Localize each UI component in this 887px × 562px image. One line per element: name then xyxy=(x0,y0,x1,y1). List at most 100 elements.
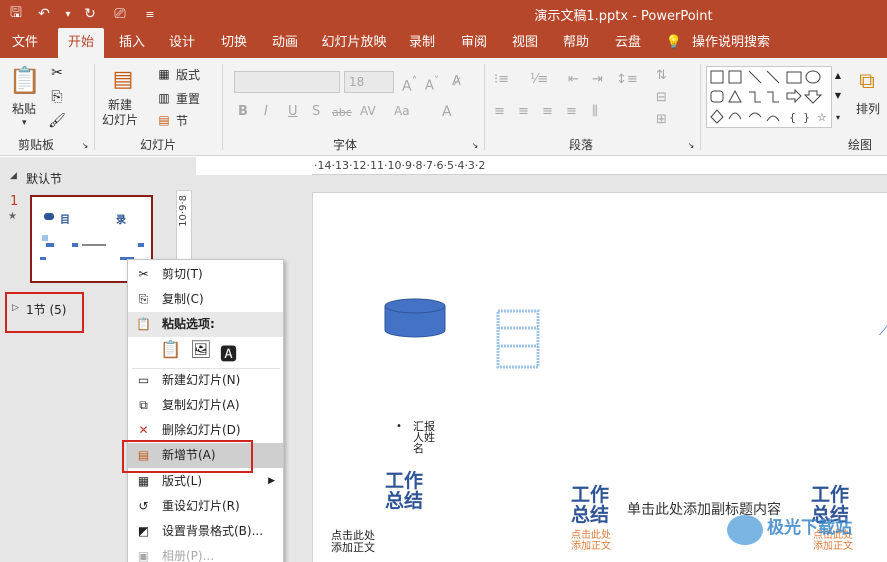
section-button[interactable]: 节 xyxy=(176,112,188,129)
columns-icon[interactable]: ⫼ xyxy=(592,104,598,119)
numbering-icon[interactable]: ⅟≡ xyxy=(530,72,548,87)
line-spacing-icon[interactable]: ↕≡ xyxy=(616,72,638,87)
layout-icon: ▦ xyxy=(137,474,150,488)
tab-cloud[interactable]: 云盘 xyxy=(606,28,650,58)
title-art-left[interactable]: 工作 总结 xyxy=(385,471,423,511)
paste-picture-icon[interactable]: 🖼 xyxy=(190,340,212,364)
increase-indent-icon[interactable]: ⇥ xyxy=(592,72,603,87)
align-text-icon[interactable]: ⊟ xyxy=(656,90,667,105)
menu-cut[interactable]: ✂ 剪切(T) xyxy=(128,262,283,287)
font-size-box[interactable]: 18 xyxy=(344,71,394,93)
collapse-section-icon[interactable]: ◢ xyxy=(10,171,17,181)
menu-copy[interactable]: ⎘ 复制(C) xyxy=(128,287,283,312)
divider xyxy=(484,64,485,150)
gallery-up-icon[interactable]: ▲ xyxy=(833,68,843,82)
paste-use-theme-icon[interactable]: 📋 xyxy=(160,340,182,364)
ribbon: 📋 粘贴 ▾ ✂ ⎘ 🖌 剪贴板 ↘ ▤ 新建 幻灯片 ▦ 版式 ▥ 重置 ▤ … xyxy=(0,58,887,156)
cylinder-shape[interactable] xyxy=(383,298,447,338)
subtitle-placeholder[interactable]: 单击此处添加副标题内容 xyxy=(627,499,781,519)
thumb-mark xyxy=(82,244,106,246)
align-center-icon[interactable]: ≡ xyxy=(518,104,529,119)
change-case-icon[interactable]: Aa xyxy=(394,104,410,118)
new-slide-icon: ▭ xyxy=(137,373,150,387)
tab-help[interactable]: 帮助 xyxy=(554,28,598,58)
duplicate-slide-icon: ⧉ xyxy=(139,398,148,412)
cut-icon[interactable]: ✂ xyxy=(48,64,66,82)
smartart-icon[interactable]: ⊞ xyxy=(656,112,667,127)
new-slide-icon[interactable]: ▤ xyxy=(108,64,138,94)
tab-transitions[interactable]: 切换 xyxy=(212,28,256,58)
paste-icon[interactable]: 📋 xyxy=(9,64,41,98)
lightbulb-icon: 💡 xyxy=(665,35,683,50)
menu-duplicate-slide[interactable]: ⧉ 复制幻灯片(A) xyxy=(128,393,283,418)
window-title: 演示文稿1.pptx - PowerPoint xyxy=(534,9,713,24)
tab-insert[interactable]: 插入 xyxy=(110,28,154,58)
paragraph-launcher-icon[interactable]: ↘ xyxy=(686,140,696,150)
tab-file[interactable]: 文件 xyxy=(2,28,48,58)
reset-button[interactable]: 重置 xyxy=(176,90,200,107)
watermark-text: 极光下载站 xyxy=(767,518,852,538)
default-section-label[interactable]: 默认节 xyxy=(26,170,62,187)
menu-reset-slide[interactable]: ↺ 重设幻灯片(R) xyxy=(128,494,283,519)
arrange-icon[interactable]: ⧉ xyxy=(852,66,882,96)
decrease-indent-icon[interactable]: ⇤ xyxy=(568,72,579,87)
paste-dropdown-icon[interactable]: ▾ xyxy=(22,118,27,128)
tab-animations[interactable]: 动画 xyxy=(263,28,307,58)
tab-slideshow[interactable]: 幻灯片放映 xyxy=(316,28,392,58)
new-slide-button[interactable]: 新建 幻灯片 xyxy=(102,98,138,128)
bullet-dot: • xyxy=(396,421,402,432)
thumb-mark xyxy=(42,235,48,241)
underline-icon[interactable]: U xyxy=(288,104,298,119)
tell-me-search[interactable]: 操作说明搜索 xyxy=(690,28,772,58)
paste-text-only-icon[interactable]: 🅰 xyxy=(220,340,242,365)
tab-design[interactable]: 设计 xyxy=(160,28,204,58)
slide-canvas[interactable]: • 汇报 人姓 名 工作 总结 工作 总结 工作 总结 单击此处添加副标题内容 … xyxy=(312,192,887,562)
text-direction-icon[interactable]: ⇅ xyxy=(656,68,667,83)
shrink-font-icon[interactable]: A˅ xyxy=(425,74,439,93)
copy-icon[interactable]: ⎘ xyxy=(48,88,66,106)
align-left-icon[interactable]: ≡ xyxy=(494,104,505,119)
copy-icon: ⎘ xyxy=(138,292,149,306)
clear-format-icon[interactable]: A̷ xyxy=(452,74,461,89)
tab-review[interactable]: 审阅 xyxy=(452,28,496,58)
svg-text:{: { xyxy=(789,111,796,124)
clipboard-launcher-icon[interactable]: ↘ xyxy=(80,140,90,150)
bullets-icon[interactable]: ⁝≡ xyxy=(494,72,509,87)
gallery-more-icon[interactable]: ▾ xyxy=(833,110,843,124)
menu-photo-album[interactable]: ▣ 相册(P)... xyxy=(128,544,283,562)
title-art-mid[interactable]: 工作 总结 xyxy=(571,485,609,525)
bold-icon[interactable]: B xyxy=(238,104,248,119)
align-right-icon[interactable]: ≡ xyxy=(542,104,553,119)
tab-home[interactable]: 开始 xyxy=(58,28,104,58)
menu-new-slide[interactable]: ▭ 新建幻灯片(N) xyxy=(128,368,283,393)
font-launcher-icon[interactable]: ↘ xyxy=(470,140,480,150)
arrange-button[interactable]: 排列 xyxy=(856,100,880,117)
font-name-box[interactable] xyxy=(234,71,340,93)
shapes-gallery[interactable]: { } ☆ xyxy=(706,66,832,128)
menu-format-background[interactable]: ◩ 设置背景格式(B)... xyxy=(128,519,283,544)
watermark-logo-icon xyxy=(727,515,763,545)
font-color-icon[interactable]: A xyxy=(442,104,452,120)
justify-icon[interactable]: ≡ xyxy=(566,104,577,119)
paste-button[interactable]: 粘贴 xyxy=(12,100,36,117)
char-spacing-icon[interactable]: AV xyxy=(360,104,376,118)
divider xyxy=(94,64,95,150)
gallery-down-icon[interactable]: ▼ xyxy=(833,88,843,102)
format-painter-icon[interactable]: 🖌 xyxy=(48,112,66,130)
shelf-shape[interactable] xyxy=(495,308,541,370)
paste-options-icon: 📋 xyxy=(136,317,151,331)
context-menu: ✂ 剪切(T) ⎘ 复制(C) 📋 粘贴选项: 📋 🖼 🅰 ▭ 新建幻灯片(N) ⧉ 复制… xyxy=(127,259,284,562)
section-icon: ▤ xyxy=(158,113,170,127)
shadow-icon[interactable]: S xyxy=(312,104,320,119)
reporter-name-text[interactable]: 汇报 人姓 名 xyxy=(413,421,435,454)
body-placeholder-left[interactable]: 点击此处 添加正文 xyxy=(331,530,375,554)
tab-record[interactable]: 录制 xyxy=(400,28,444,58)
tab-view[interactable]: 视图 xyxy=(503,28,547,58)
body-placeholder-mid[interactable]: 点击此处 添加正文 xyxy=(571,530,611,552)
grow-font-icon[interactable]: A˄ xyxy=(402,74,417,95)
italic-icon[interactable]: I xyxy=(264,104,268,119)
strikethrough-icon[interactable]: abc xyxy=(332,106,352,119)
layout-button[interactable]: 版式 xyxy=(176,66,200,83)
thumb-mark xyxy=(72,243,78,247)
divider xyxy=(700,64,701,150)
